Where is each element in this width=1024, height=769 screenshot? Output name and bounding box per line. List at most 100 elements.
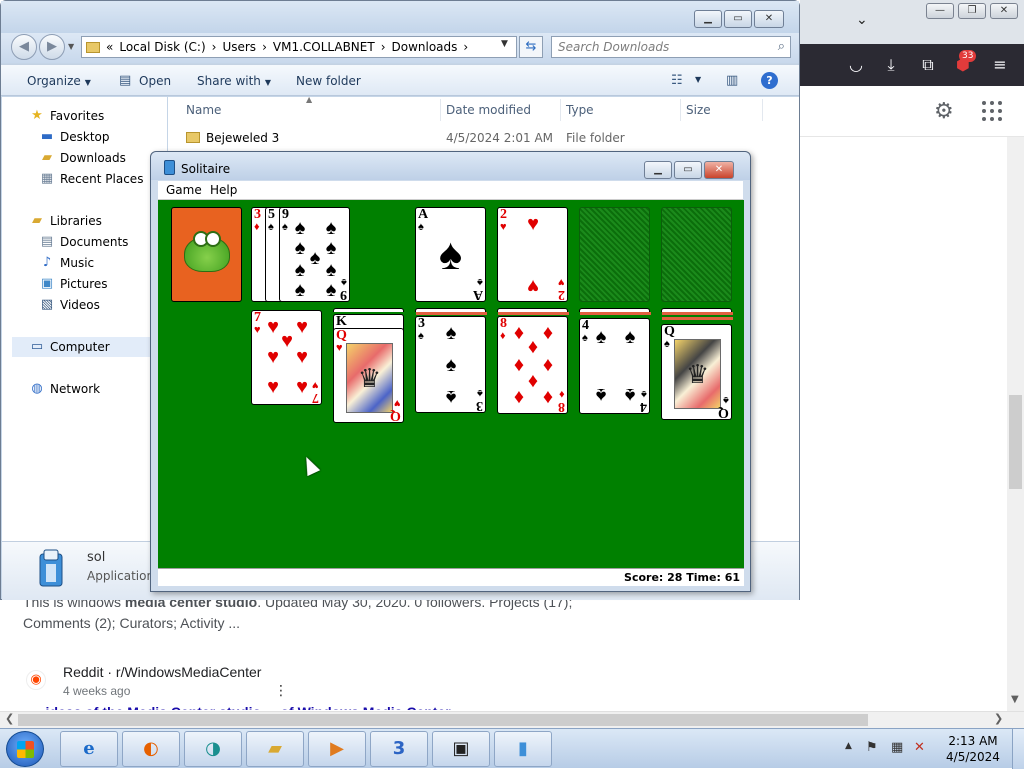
scroll-down-arrow-icon[interactable]: ▼ (1011, 694, 1019, 705)
maximize-button[interactable]: ▭ (724, 10, 752, 28)
taskbar-media-center-icon[interactable]: ▶ (308, 731, 366, 767)
nav-pictures[interactable]: Pictures (60, 277, 108, 291)
result-link[interactable]: ... ideas of the Media Center studio ...… (30, 704, 520, 710)
tableau-3-top-card[interactable]: 3 ♠ ♠ ♠ ♠ 3 ♠ (415, 316, 486, 413)
scroll-thumb[interactable] (1009, 395, 1022, 489)
address-dropdown-icon[interactable]: ▼ (501, 39, 508, 49)
breadcrumb-separator[interactable]: › (463, 40, 468, 54)
show-desktop-button[interactable] (1012, 729, 1024, 769)
taskbar-bejeweled-icon[interactable]: 3 (370, 731, 428, 767)
column-header-size[interactable]: Size (686, 103, 711, 117)
close-button[interactable]: ✕ (704, 161, 734, 179)
game-table[interactable]: 3 ♦ 5 ♠ 9 ♠ ♠ ♠ ♠ ♠ ♠ ♠ ♠ ♠ ♠ 9 ♠ A ♠ ♠ A ♠ 2 ♥ ♥ ♥… (158, 200, 744, 568)
settings-gear-icon[interactable]: ⚙ (934, 99, 954, 124)
taskbar-command-prompt-icon[interactable]: ▣ (432, 731, 490, 767)
taskbar-media-player-icon[interactable]: ◑ (184, 731, 242, 767)
minimize-button[interactable]: ▁ (644, 161, 672, 179)
show-hidden-icons-icon[interactable]: ▲ (845, 741, 852, 751)
browser-minimize-button[interactable]: — (926, 3, 954, 19)
breadcrumb-downloads[interactable]: Downloads (392, 40, 458, 54)
nav-videos[interactable]: Videos (60, 298, 100, 312)
result-source[interactable]: Reddit · r/WindowsMediaCenter (63, 664, 261, 680)
refresh-button[interactable]: ⇆ (519, 36, 543, 58)
nav-computer[interactable]: Computer (50, 340, 110, 354)
taskbar-internet-explorer-icon[interactable]: e (60, 731, 118, 767)
column-divider[interactable] (440, 99, 441, 121)
browser-restore-button[interactable]: ❐ (958, 3, 986, 19)
network-tray-icon[interactable]: ▦ (891, 740, 903, 755)
menu-icon[interactable]: ≡ (990, 55, 1010, 75)
recent-pages-dropdown-icon[interactable]: ▼ (68, 42, 74, 51)
breadcrumb-users[interactable]: Users (222, 40, 256, 54)
action-center-flag-icon[interactable]: ⚑ (866, 740, 878, 755)
foundation-3-empty[interactable] (579, 207, 650, 302)
column-header-type[interactable]: Type (566, 103, 594, 117)
tableau-5-top-card[interactable]: 4 ♠ ♠ ♠ ♠ ♠ 4 ♠ (579, 318, 650, 414)
extensions-icon[interactable]: ⧉ (918, 55, 938, 75)
organize-button[interactable]: Organize ▼ (27, 74, 91, 88)
forward-button[interactable]: ▶ (39, 34, 65, 60)
stock-pile[interactable] (171, 207, 242, 302)
breadcrumb-separator[interactable]: › (212, 40, 217, 54)
taskbar-explorer-icon[interactable]: ▰ (246, 731, 304, 767)
back-button[interactable]: ◀ (11, 34, 37, 60)
foundation-1[interactable]: A ♠ ♠ A ♠ (415, 207, 486, 302)
view-dropdown-icon[interactable]: ▼ (695, 75, 701, 84)
breadcrumb-separator[interactable]: › (262, 40, 267, 54)
tableau-2-top-card[interactable]: Q ♥ ♛ Q ♥ (333, 328, 404, 423)
search-icon[interactable]: ⌕ (778, 37, 785, 57)
chevron-down-icon[interactable]: ⌄ (856, 12, 868, 28)
scroll-right-arrow-icon[interactable]: ❯ (994, 712, 1003, 725)
waste-top-card[interactable]: 9 ♠ ♠ ♠ ♠ ♠ ♠ ♠ ♠ ♠ ♠ 9 ♠ (279, 207, 350, 302)
tableau-4-top-card[interactable]: 8 ♦ ♦ ♦ ♦ ♦ ♦ ♦ ♦ ♦ 8 ♦ (497, 316, 568, 414)
nav-documents[interactable]: Documents (60, 235, 128, 249)
column-divider[interactable] (680, 99, 681, 121)
scroll-left-arrow-icon[interactable]: ❮ (5, 712, 14, 725)
close-button[interactable]: ✕ (754, 10, 784, 28)
nav-libraries[interactable]: Libraries (50, 214, 102, 228)
view-options-icon[interactable]: ☷ (671, 73, 683, 88)
nav-recent-places[interactable]: Recent Places (60, 172, 143, 186)
scroll-thumb[interactable] (18, 714, 868, 726)
nav-favorites[interactable]: Favorites (50, 109, 104, 123)
nav-music[interactable]: Music (60, 256, 94, 270)
menu-help[interactable]: Help (210, 183, 237, 197)
nav-downloads[interactable]: Downloads (60, 151, 126, 165)
breadcrumb-local-disk[interactable]: Local Disk (C:) (119, 40, 205, 54)
maximize-button[interactable]: ▭ (674, 161, 702, 179)
taskbar-solitaire-icon[interactable]: ▮ (494, 731, 552, 767)
more-options-icon[interactable]: ⋮ (274, 683, 288, 699)
breadcrumb-user[interactable]: VM1.COLLABNET (273, 40, 375, 54)
apps-grid-icon[interactable] (982, 101, 1002, 121)
menu-game[interactable]: Game (166, 183, 202, 197)
minimize-button[interactable]: ▁ (694, 10, 722, 28)
foundation-4-empty[interactable] (661, 207, 732, 302)
column-divider[interactable] (560, 99, 561, 121)
help-icon[interactable]: ? (761, 72, 778, 89)
file-name[interactable]: Bejeweled 3 (206, 131, 279, 145)
column-divider[interactable] (762, 99, 763, 121)
nav-network[interactable]: Network (50, 382, 100, 396)
pocket-icon[interactable]: ◡ (846, 55, 866, 75)
foundation-2[interactable]: 2 ♥ ♥ ♥ 2 ♥ (497, 207, 568, 302)
breadcrumb-separator[interactable]: › (381, 40, 386, 54)
browser-vertical-scrollbar[interactable]: ▼ (1007, 137, 1024, 711)
browser-horizontal-scrollbar[interactable]: ❮ ❯ (0, 711, 1024, 728)
open-button[interactable]: Open (139, 74, 171, 88)
new-folder-button[interactable]: New folder (296, 74, 361, 88)
search-input[interactable]: Search Downloads ⌕ (551, 36, 791, 58)
nav-desktop[interactable]: Desktop (60, 130, 110, 144)
share-with-button[interactable]: Share with ▼ (197, 74, 271, 88)
tableau-6-top-card[interactable]: Q ♠ ♛ Q ♠ (661, 324, 732, 420)
address-overflow[interactable]: « (106, 40, 113, 54)
browser-close-button[interactable]: ✕ (990, 3, 1018, 19)
volume-muted-icon[interactable]: ✕ (914, 740, 925, 755)
tableau-1-top-card[interactable]: 7 ♥ ♥ ♥ ♥ ♥ ♥ ♥ ♥ 7 ♥ (251, 310, 322, 405)
taskbar-firefox-icon[interactable]: ◐ (122, 731, 180, 767)
download-icon[interactable]: ⤓ (881, 55, 901, 75)
system-clock[interactable]: 2:13 AM 4/5/2024 (940, 733, 1006, 765)
preview-pane-icon[interactable]: ▥ (726, 73, 738, 88)
address-bar[interactable]: « Local Disk (C:) › Users › VM1.COLLABNE… (81, 36, 517, 58)
column-header-name[interactable]: Name (186, 103, 221, 117)
start-button[interactable] (6, 731, 44, 767)
